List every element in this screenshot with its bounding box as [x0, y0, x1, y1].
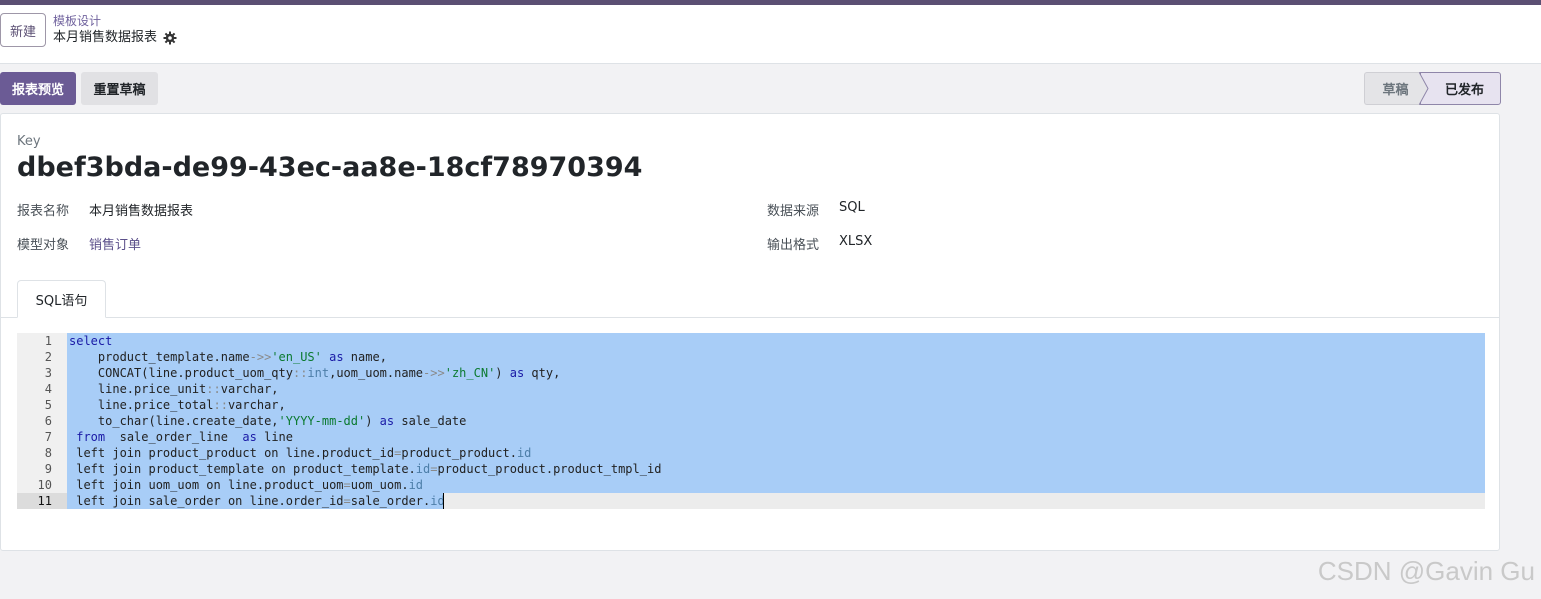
line-number: 5: [44, 398, 52, 412]
status-draft[interactable]: 草稿: [1364, 72, 1426, 105]
sql-code-editor[interactable]: 1 2 3 4 5 6 7 8 9 10 11 select product_t…: [17, 333, 1485, 509]
code-line: line.price_unit::varchar,: [69, 382, 279, 396]
tab-sql[interactable]: SQL语句: [17, 280, 106, 318]
code-line: left join uom_uom on line.product_uom=uo…: [69, 478, 424, 492]
breadcrumb-parent[interactable]: 模板设计: [53, 14, 101, 28]
status-arrow-icon: [1419, 72, 1429, 105]
code-line: from sale_order_line as line: [76, 430, 293, 444]
output-format-value[interactable]: XLSX: [839, 234, 872, 249]
status-bar: 草稿 已发布: [1364, 72, 1501, 105]
code-line: CONCAT(line.product_uom_qty::int,uom_uom…: [69, 366, 561, 380]
line-number: 10: [37, 478, 52, 492]
active-line-bg: [443, 493, 1485, 509]
notebook-tabs: SQL语句: [1, 280, 1499, 318]
line-number: 7: [44, 430, 52, 444]
reset-draft-button[interactable]: 重置草稿: [81, 72, 158, 105]
line-number: 8: [44, 446, 52, 460]
text-cursor: [443, 493, 444, 509]
code-line: left join product_product on line.produc…: [69, 446, 532, 460]
record-title-text: 本月销售数据报表: [53, 30, 158, 45]
model-link[interactable]: 销售订单: [89, 234, 141, 253]
code-line: left join product_template on product_te…: [69, 462, 662, 476]
code-line: to_char(line.create_date,'YYYY-mm-dd') a…: [69, 414, 467, 428]
line-number: 6: [44, 414, 52, 428]
report-preview-button[interactable]: 报表预览: [0, 72, 76, 105]
new-button[interactable]: 新建: [0, 13, 46, 47]
data-source-label: 数据来源: [767, 204, 820, 219]
record-title: 本月销售数据报表: [53, 30, 177, 46]
code-line: left join sale_order on line.order_id=sa…: [69, 494, 445, 508]
data-source-value[interactable]: SQL: [839, 200, 865, 215]
key-value: dbef3bda-de99-43ec-aa8e-18cf78970394: [17, 152, 643, 183]
watermark: CSDN @Gavin Gu: [1317, 556, 1535, 586]
line-number: 4: [44, 382, 52, 396]
line-number: 9: [44, 462, 52, 476]
line-number: 1: [44, 334, 52, 348]
report-name-value[interactable]: 本月销售数据报表: [89, 200, 193, 219]
report-name-label: 报表名称: [17, 204, 70, 219]
code-line: select: [69, 334, 113, 348]
model-label: 模型对象: [17, 238, 70, 253]
gear-icon[interactable]: [163, 31, 177, 45]
code-line: line.price_total::varchar,: [69, 398, 286, 412]
control-panel: 新建 模板设计 本月销售数据报表: [0, 5, 1541, 64]
output-format-label: 输出格式: [767, 238, 820, 253]
line-number: 2: [44, 350, 52, 364]
form-sheet: Key dbef3bda-de99-43ec-aa8e-18cf78970394…: [0, 113, 1500, 551]
key-label: Key: [17, 134, 41, 149]
line-number-active: 11: [17, 493, 67, 509]
line-number: 3: [44, 366, 52, 380]
code-line: product_template.name->>'en_US' as name,: [69, 350, 387, 364]
